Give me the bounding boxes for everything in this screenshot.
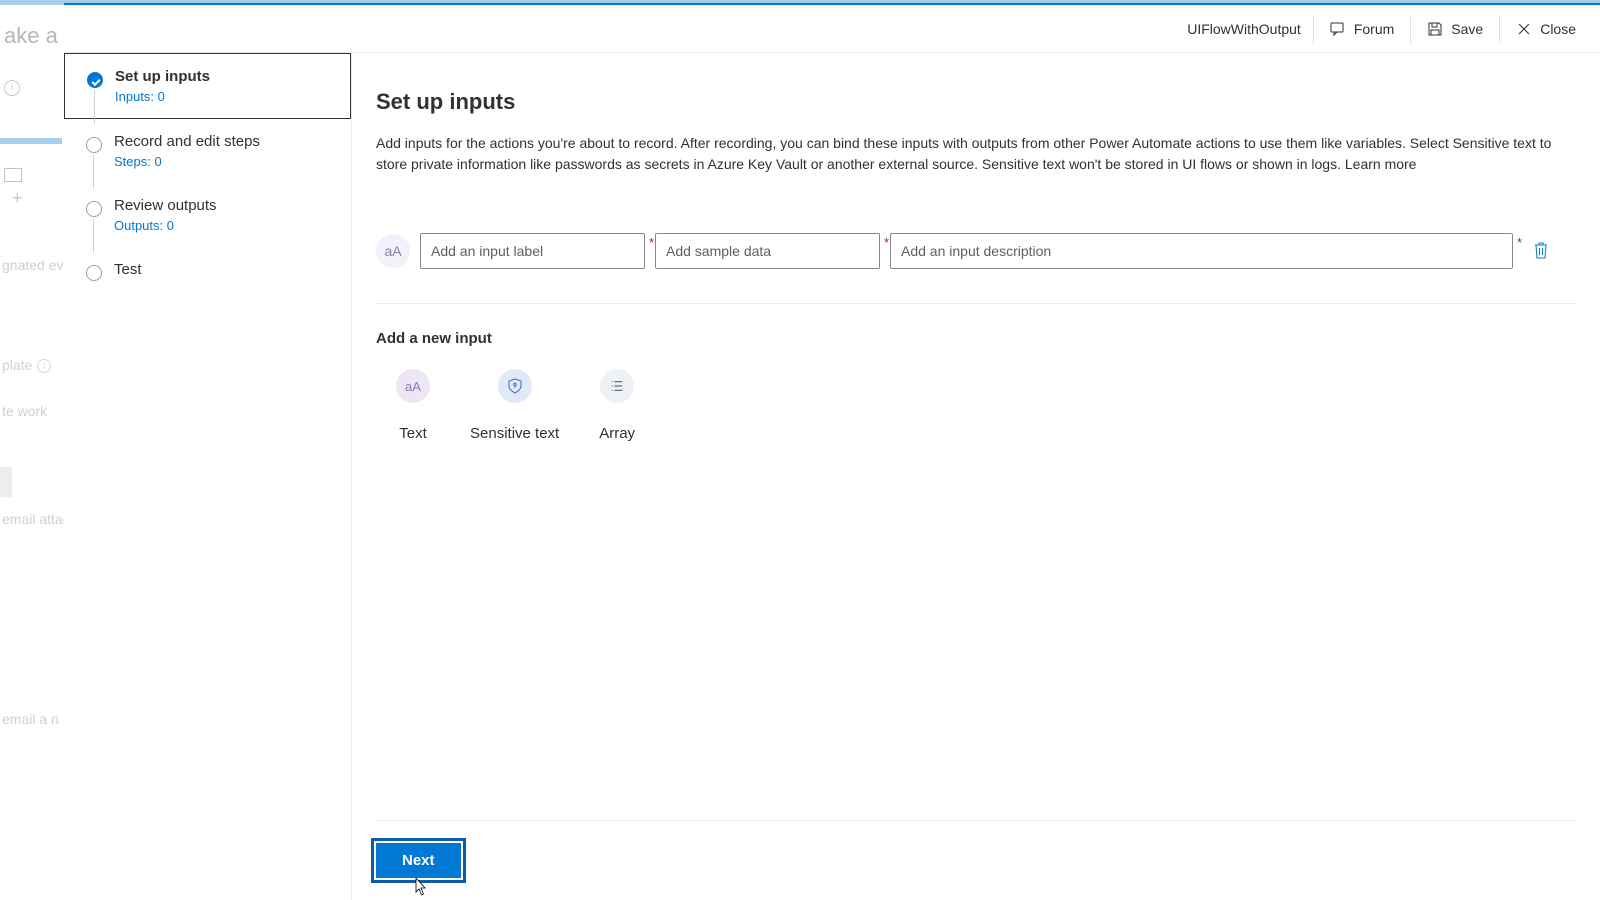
forum-button[interactable]: Forum xyxy=(1314,9,1410,49)
list-icon xyxy=(600,369,634,403)
input-definition-row: aA * * * xyxy=(376,233,1576,269)
close-icon xyxy=(1516,21,1532,37)
shield-icon xyxy=(498,369,532,403)
input-type-text[interactable]: aA Text xyxy=(396,369,430,442)
delete-input-button[interactable] xyxy=(1527,235,1555,268)
circle-icon xyxy=(86,265,102,281)
input-label-field[interactable] xyxy=(420,233,645,269)
info-icon: i xyxy=(37,359,51,373)
step-setup-inputs[interactable]: Set up inputs Inputs: 0 xyxy=(64,53,351,119)
close-button[interactable]: Close xyxy=(1500,9,1592,49)
trash-icon xyxy=(1533,241,1549,259)
text-type-icon: aA xyxy=(376,234,410,268)
input-type-array[interactable]: Array xyxy=(599,369,635,442)
check-icon xyxy=(87,72,103,88)
sample-data-field[interactable] xyxy=(655,233,880,269)
step-review-outputs[interactable]: Review outputs Outputs: 0 xyxy=(64,183,351,247)
add-new-input-heading: Add a new input xyxy=(376,330,1576,347)
info-icon: i xyxy=(4,80,20,96)
required-indicator: * xyxy=(884,235,889,250)
save-button[interactable]: Save xyxy=(1411,9,1499,49)
step-record-edit[interactable]: Record and edit steps Steps: 0 xyxy=(64,119,351,183)
text-icon: aA xyxy=(396,369,430,403)
page-title: Set up inputs xyxy=(376,89,1576,115)
input-type-options: aA Text Sensitive text Array xyxy=(376,369,1576,442)
wizard-footer: Next xyxy=(376,820,1576,900)
wizard-steps-sidebar: Set up inputs Inputs: 0 Record and edit … xyxy=(64,53,352,900)
input-type-sensitive[interactable]: Sensitive text xyxy=(470,369,559,442)
wizard-content: Set up inputs Add inputs for the actions… xyxy=(352,53,1600,900)
wizard-modal: UIFlowWithOutput Forum Save Close Set up… xyxy=(64,3,1600,900)
modal-header: UIFlowWithOutput Forum Save Close xyxy=(64,5,1600,53)
flow-name: UIFlowWithOutput xyxy=(1187,21,1301,37)
step-test[interactable]: Test xyxy=(64,247,351,292)
circle-icon xyxy=(86,137,102,153)
save-icon xyxy=(1427,21,1443,37)
circle-icon xyxy=(86,201,102,217)
required-indicator: * xyxy=(1517,235,1522,250)
input-description-field[interactable] xyxy=(890,233,1513,269)
required-indicator: * xyxy=(649,235,654,250)
page-description: Add inputs for the actions you're about … xyxy=(376,133,1556,175)
next-button[interactable]: Next xyxy=(376,843,461,878)
learn-more-link[interactable]: Learn more xyxy=(1345,156,1417,172)
chat-icon xyxy=(1330,21,1346,37)
